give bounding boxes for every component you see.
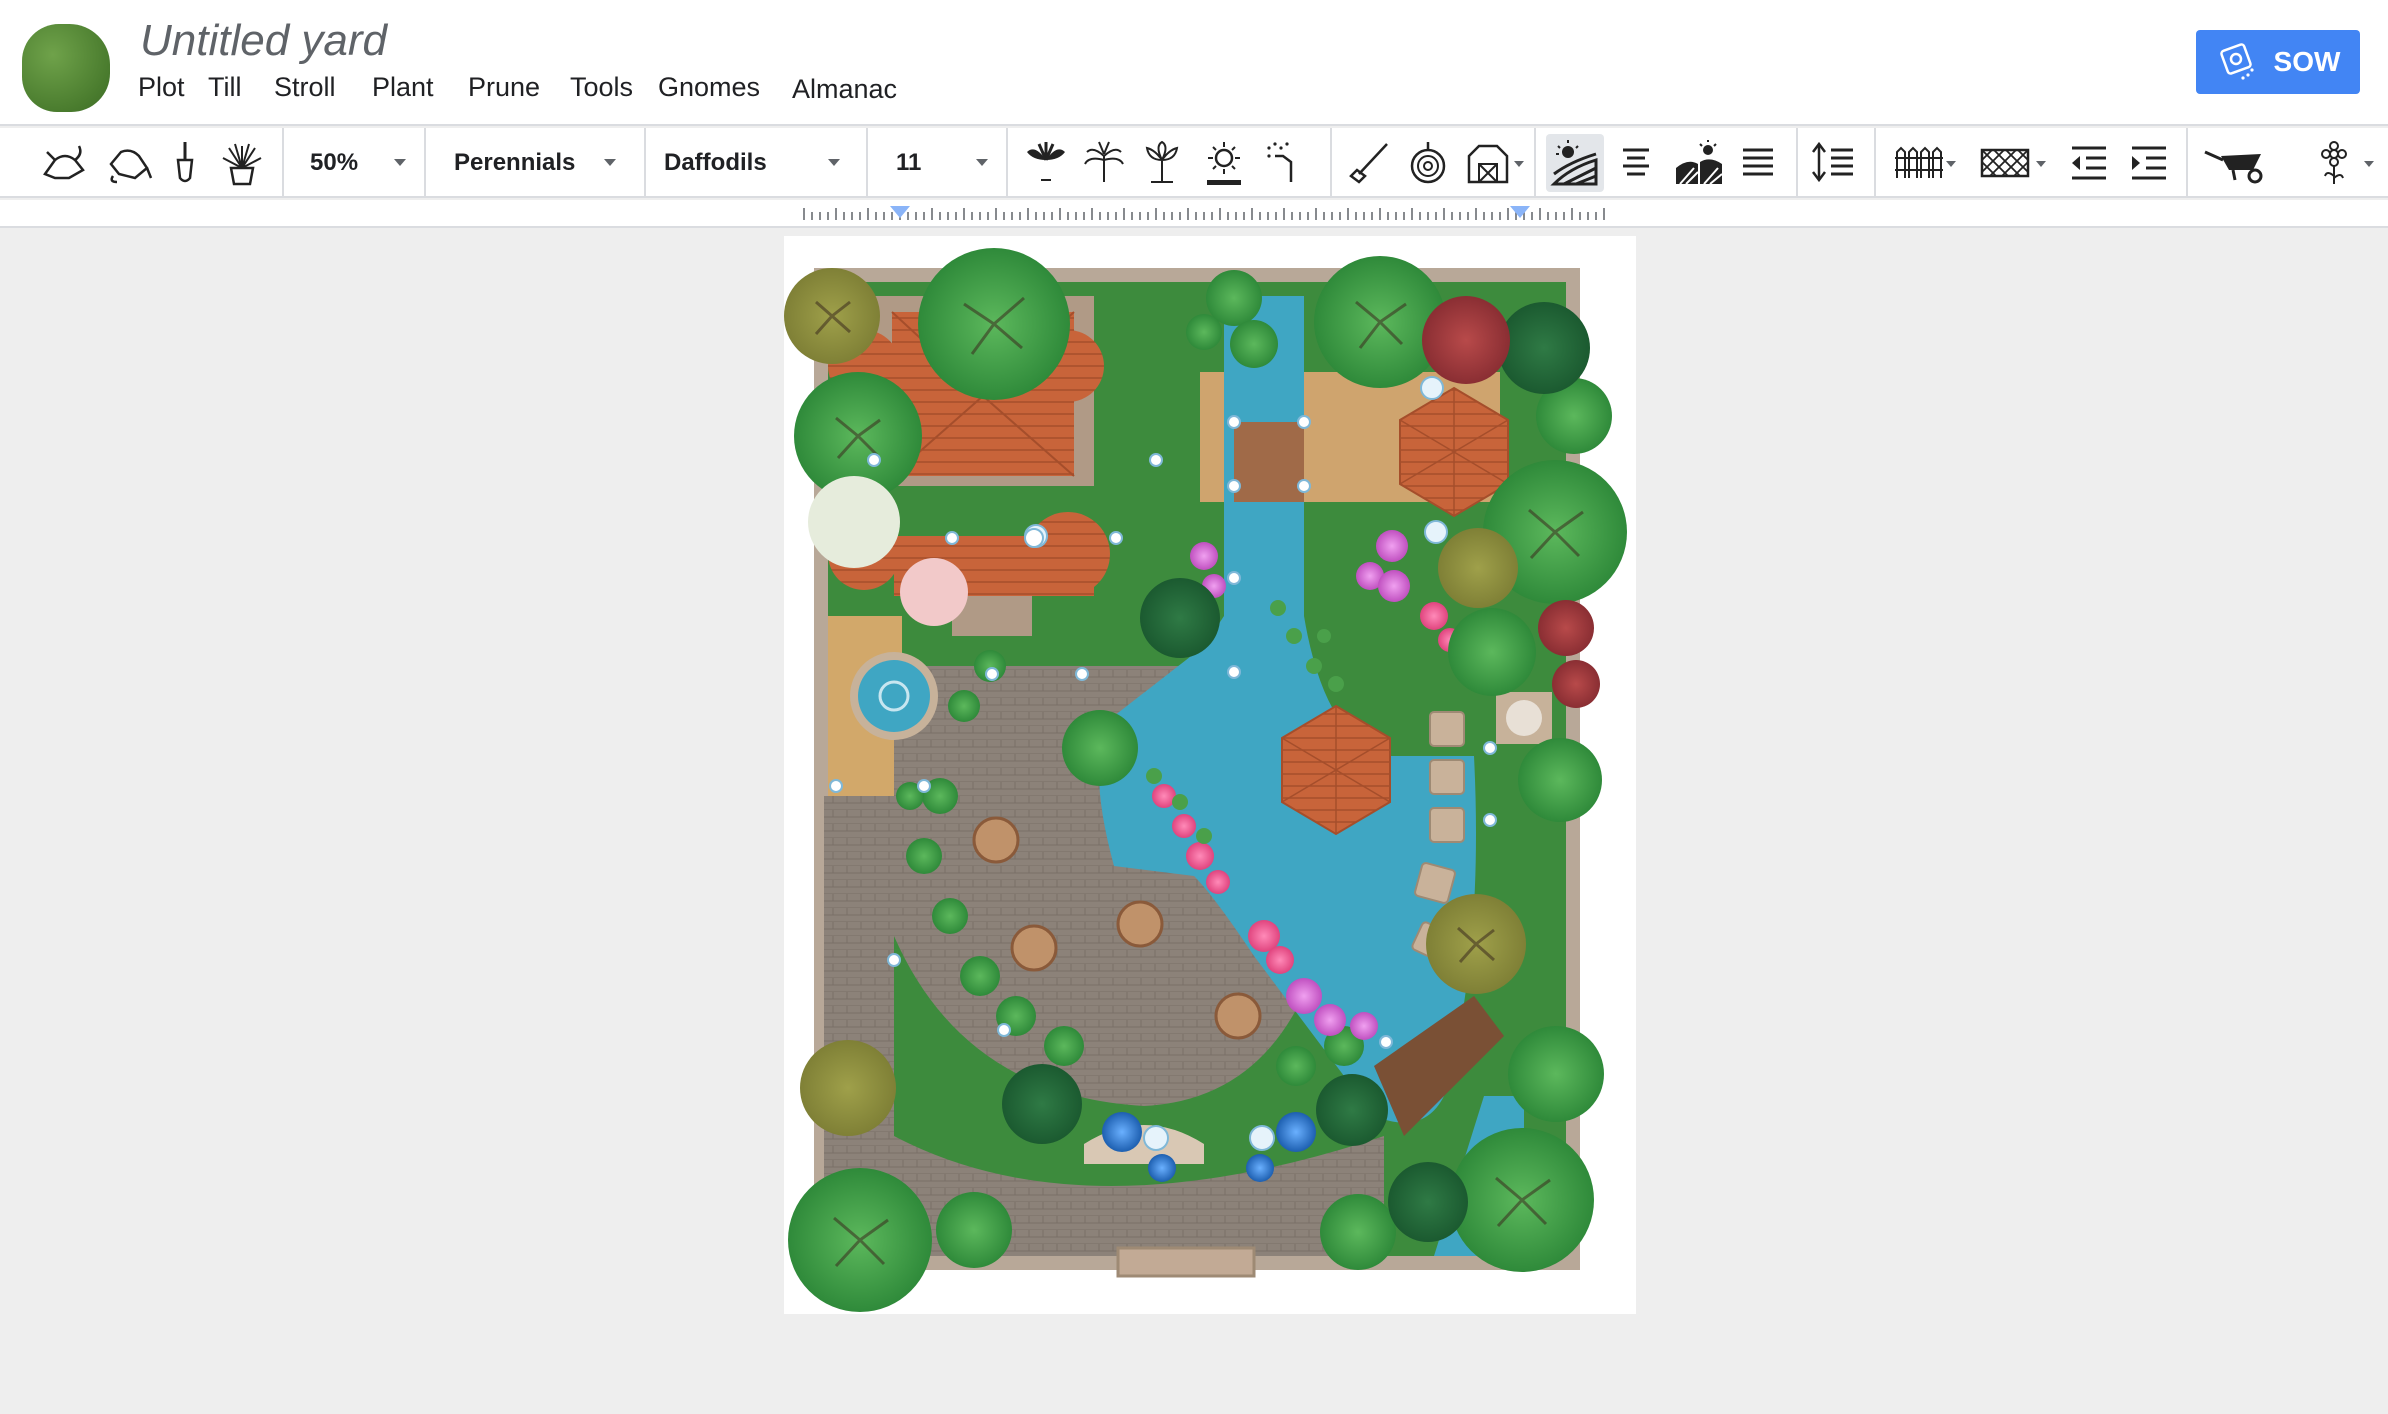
- ruler-indent-marker[interactable]: [890, 206, 910, 218]
- toolbar-separator: [424, 128, 426, 198]
- seed-packet-icon: [2219, 43, 2254, 80]
- zoom-select[interactable]: 50%: [310, 128, 406, 198]
- watering-can-icon[interactable]: [36, 128, 92, 198]
- size-select[interactable]: 11: [896, 128, 988, 198]
- potted-plant-icon[interactable]: [214, 128, 270, 198]
- chevron-down-icon[interactable]: [2364, 161, 2374, 167]
- variety-select[interactable]: Daffodils: [664, 128, 840, 198]
- toolbar-separator: [866, 128, 868, 198]
- variety-value: Daffodils: [664, 149, 767, 176]
- ruler-indent-marker[interactable]: [1510, 206, 1530, 218]
- trowel-icon[interactable]: [160, 128, 210, 198]
- toolbar-separator: [1796, 128, 1798, 198]
- justify-icon[interactable]: [1732, 128, 1784, 198]
- toolbar-separator: [282, 128, 284, 198]
- toolbar-separator: [1534, 128, 1536, 198]
- sow-button-label: SOW: [2273, 46, 2341, 77]
- app-logo: [22, 24, 110, 112]
- menu-plot[interactable]: Plot: [138, 72, 185, 103]
- garden-canvas[interactable]: [784, 236, 1636, 1314]
- watering-can-tilt-icon[interactable]: [100, 128, 156, 198]
- chevron-down-icon: [394, 159, 406, 166]
- ruler-ticks: [803, 206, 1605, 220]
- fountain-water[interactable]: [858, 660, 930, 732]
- wheelbarrow-icon[interactable]: [2200, 128, 2276, 198]
- decrease-indent-icon[interactable]: [2062, 128, 2116, 198]
- menu-almanac[interactable]: Almanac: [792, 74, 897, 105]
- chevron-down-icon: [604, 159, 616, 166]
- sow-button[interactable]: SOW: [2196, 30, 2360, 94]
- toolbar-separator: [1874, 128, 1876, 198]
- fence-icon[interactable]: [1890, 128, 1946, 198]
- menu-tools[interactable]: Tools: [570, 72, 633, 103]
- barn-icon[interactable]: [1460, 128, 1516, 198]
- fern-icon[interactable]: [1076, 128, 1132, 198]
- garden-plan[interactable]: [784, 236, 1636, 1314]
- toolbar: 50% Perennials Daffodils 11: [0, 128, 2388, 198]
- wooden-bridge[interactable]: [1234, 422, 1304, 502]
- toolbar-separator: [644, 128, 646, 198]
- menu-stroll[interactable]: Stroll: [274, 72, 336, 103]
- garden-bench[interactable]: [1116, 1246, 1256, 1278]
- category-value: Perennials: [454, 149, 576, 176]
- toolbar-separator: [1330, 128, 1332, 198]
- toolbar-separator: [2186, 128, 2188, 198]
- zoom-value: 50%: [310, 149, 359, 176]
- flower-icon[interactable]: [2306, 128, 2362, 198]
- horizontal-ruler[interactable]: [0, 200, 2388, 228]
- chevron-down-icon: [828, 159, 840, 166]
- chevron-down-icon: [976, 159, 988, 166]
- document-title[interactable]: Untitled yard: [140, 16, 387, 66]
- lotus-icon[interactable]: [1018, 128, 1074, 198]
- tulip-icon[interactable]: [1134, 128, 1190, 198]
- sunrise-field-icon[interactable]: [1670, 128, 1728, 198]
- menu-plant[interactable]: Plant: [372, 72, 434, 103]
- rake-icon[interactable]: [1342, 128, 1398, 198]
- sunflower-icon[interactable]: [1196, 128, 1252, 198]
- category-select[interactable]: Perennials: [454, 128, 616, 198]
- chevron-down-icon[interactable]: [1946, 161, 1956, 167]
- chevron-down-icon[interactable]: [2036, 161, 2046, 167]
- align-center-icon[interactable]: [1610, 128, 1662, 198]
- chevron-down-icon[interactable]: [1514, 161, 1524, 167]
- trellis-icon[interactable]: [1976, 128, 2034, 198]
- sprinkler-icon[interactable]: [1258, 128, 1314, 198]
- sunny-field-icon[interactable]: [1546, 128, 1604, 198]
- app-header: Untitled yard Plot Till Stroll Plant Pru…: [0, 0, 2388, 126]
- menu-gnomes[interactable]: Gnomes: [658, 72, 760, 103]
- menu-prune[interactable]: Prune: [468, 72, 540, 103]
- size-value: 11: [896, 149, 922, 176]
- increase-indent-icon[interactable]: [2122, 128, 2176, 198]
- hose-reel-icon[interactable]: [1400, 128, 1456, 198]
- toolbar-separator: [1006, 128, 1008, 198]
- menu-till[interactable]: Till: [208, 72, 242, 103]
- line-spacing-icon[interactable]: [1806, 128, 1862, 198]
